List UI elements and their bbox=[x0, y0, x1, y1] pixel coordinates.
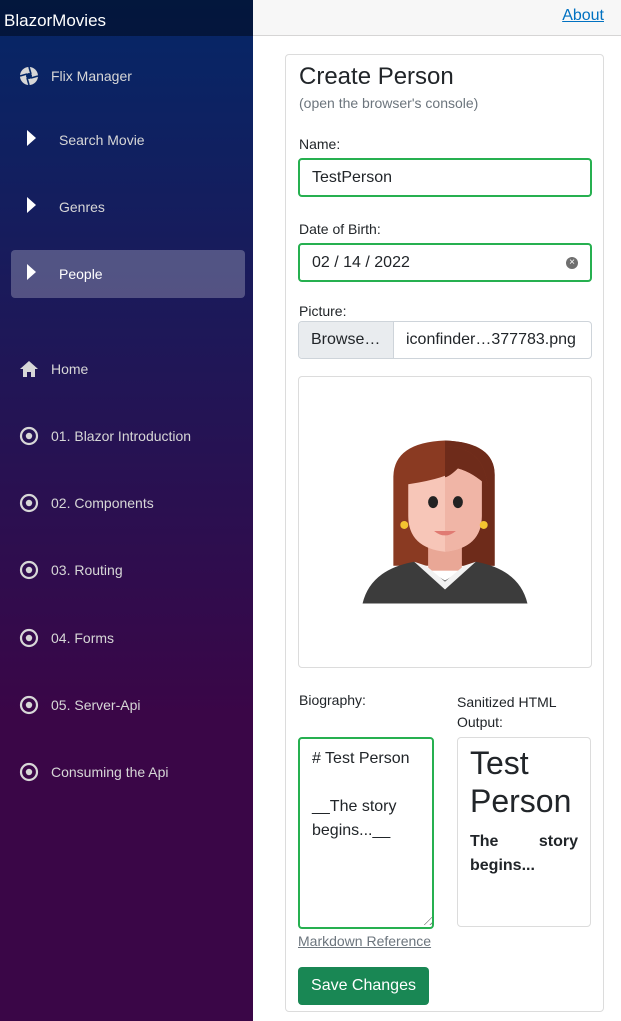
output-label: Sanitized HTML Output: bbox=[457, 694, 557, 730]
about-link[interactable]: About bbox=[562, 7, 604, 25]
nav-label: 05. Server-Api bbox=[51, 697, 141, 713]
nav-routing[interactable]: 03. Routing bbox=[11, 546, 245, 594]
nav-label: Genres bbox=[59, 199, 105, 215]
target-icon bbox=[19, 628, 39, 648]
file-name: iconfinder…377783.png bbox=[406, 331, 576, 348]
nav-people[interactable]: People bbox=[11, 250, 245, 298]
nav-home[interactable]: Home bbox=[11, 345, 245, 393]
caret-right-icon bbox=[27, 197, 36, 213]
markdown-reference-link[interactable]: Markdown Reference bbox=[298, 933, 431, 949]
output-heading: Test Person bbox=[470, 745, 572, 819]
home-icon bbox=[20, 361, 38, 377]
nav-server-api[interactable]: 05. Server-Api bbox=[11, 681, 245, 729]
nav-label: Consuming the Api bbox=[51, 764, 169, 780]
nav-label: Flix Manager bbox=[51, 68, 132, 84]
target-icon bbox=[19, 560, 39, 580]
name-label: Name: bbox=[299, 136, 341, 152]
caret-right-icon bbox=[27, 264, 36, 280]
nav-components[interactable]: 02. Components bbox=[11, 479, 245, 527]
biography-textarea[interactable]: # Test Person __The story begins...__ bbox=[298, 737, 434, 929]
page-title: Create Person bbox=[299, 63, 454, 90]
sanitized-output: Test Person The story begins... bbox=[457, 737, 591, 927]
name-input[interactable]: TestPerson bbox=[298, 158, 592, 197]
clear-icon[interactable]: × bbox=[566, 257, 578, 269]
nav-genres[interactable]: Genres bbox=[11, 183, 245, 231]
dob-input[interactable]: 02 / 14 / 2022 × bbox=[298, 243, 592, 282]
page-subtitle: (open the browser's console) bbox=[299, 95, 479, 111]
nav-consuming-api[interactable]: Consuming the Api bbox=[11, 748, 245, 796]
nav-flix-manager[interactable]: Flix Manager bbox=[11, 52, 245, 100]
target-icon bbox=[19, 762, 39, 782]
target-icon bbox=[19, 426, 39, 446]
picture-label: Picture: bbox=[299, 303, 347, 319]
nav-blazor-intro[interactable]: 01. Blazor Introduction bbox=[11, 412, 245, 460]
nav-label: People bbox=[59, 266, 103, 282]
save-button[interactable]: Save Changes bbox=[298, 967, 429, 1005]
target-icon bbox=[19, 493, 39, 513]
nav-label: 04. Forms bbox=[51, 630, 115, 646]
nav-label: 01. Blazor Introduction bbox=[51, 428, 192, 444]
dob-label: Date of Birth: bbox=[299, 221, 381, 237]
sidebar: BlazorMovies Flix Manager Search Movie G… bbox=[0, 0, 253, 1021]
nav-label: 02. Components bbox=[51, 495, 154, 511]
nav-label: 03. Routing bbox=[51, 562, 123, 578]
browse-button[interactable]: Browse… bbox=[299, 322, 394, 358]
nav-forms[interactable]: 04. Forms bbox=[11, 614, 245, 662]
brand-title[interactable]: BlazorMovies bbox=[0, 0, 253, 36]
biography-label: Biography: bbox=[299, 692, 366, 708]
caret-right-icon bbox=[27, 130, 36, 146]
aperture-icon bbox=[19, 66, 39, 86]
dob-value: 02 / 14 / 2022 bbox=[312, 254, 410, 271]
nav-label: Search Movie bbox=[59, 132, 145, 148]
person-avatar-image bbox=[362, 440, 528, 604]
file-input[interactable]: Browse… iconfinder…377783.png bbox=[298, 321, 592, 359]
nav-search-movie[interactable]: Search Movie bbox=[11, 116, 245, 164]
target-icon bbox=[19, 695, 39, 715]
top-row: About bbox=[253, 0, 621, 36]
output-paragraph: The story begins... bbox=[470, 833, 578, 874]
image-preview bbox=[298, 376, 592, 668]
nav-label: Home bbox=[51, 361, 89, 377]
create-person-card: Create Person (open the browser's consol… bbox=[285, 54, 604, 1012]
